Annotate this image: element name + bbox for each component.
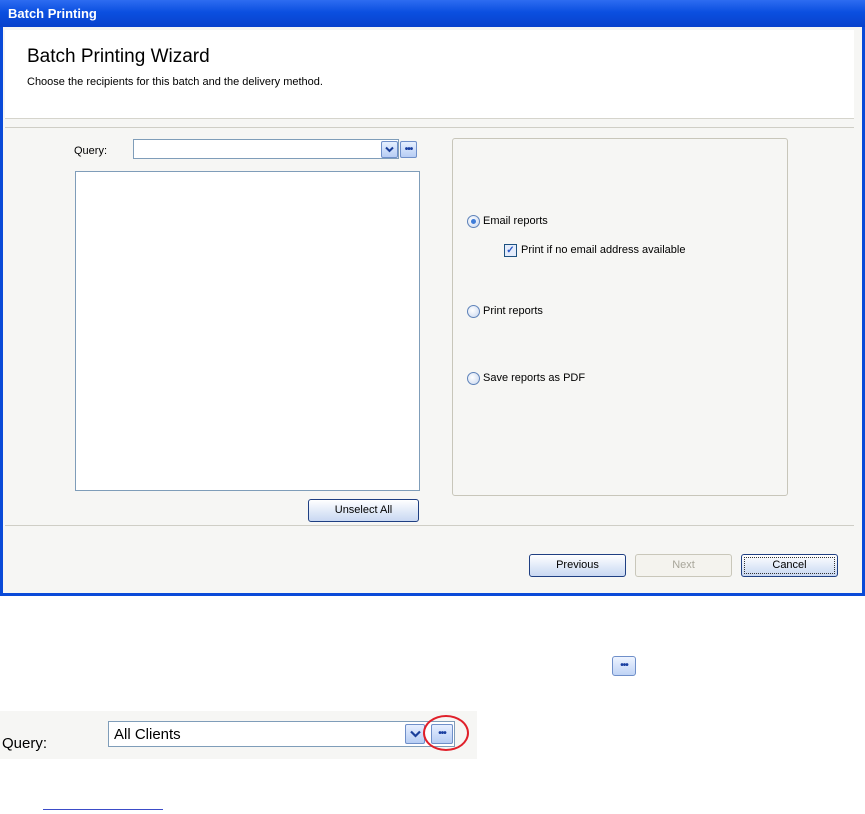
ellipsis-icon: ••• (404, 143, 413, 155)
footer-divider (5, 525, 854, 526)
highlight-circle (423, 715, 469, 751)
wizard-header: Batch Printing Wizard Choose the recipie… (5, 30, 854, 119)
email-reports-radio[interactable] (467, 215, 480, 228)
delivery-options-panel (452, 138, 788, 496)
window-title: Batch Printing (0, 0, 865, 27)
header-divider (5, 127, 854, 128)
zoomed-query-strip: Query: All Clients ••• (0, 711, 477, 759)
recipients-list[interactable] (75, 171, 420, 491)
query-browse-button[interactable]: ••• (400, 141, 417, 158)
print-if-no-email-label[interactable]: Print if no email address available (521, 244, 685, 256)
print-reports-radio[interactable] (467, 305, 480, 318)
link-underline (43, 809, 163, 810)
print-reports-label[interactable]: Print reports (483, 305, 543, 317)
email-reports-label[interactable]: Email reports (483, 215, 548, 227)
query-dropdown[interactable] (133, 139, 399, 159)
save-pdf-radio[interactable] (467, 372, 480, 385)
zoomed-query-value: All Clients (114, 726, 181, 743)
page-subtitle: Choose the recipients for this batch and… (27, 76, 323, 88)
ellipsis-icon: ••• (620, 660, 628, 671)
chevron-down-icon (385, 146, 394, 153)
zoomed-query-dropdown: All Clients (108, 721, 455, 747)
query-dropdown-arrow[interactable] (381, 141, 398, 158)
query-label: Query: (74, 145, 108, 157)
print-if-no-email-checkbox[interactable]: ✓ (504, 244, 517, 257)
unselect-all-button[interactable]: Unselect All (308, 499, 419, 522)
next-button[interactable]: Next (635, 554, 732, 577)
previous-button[interactable]: Previous (529, 554, 626, 577)
zoomed-dropdown-arrow (405, 724, 425, 744)
cancel-button[interactable]: Cancel (741, 554, 838, 577)
page-title: Batch Printing Wizard (27, 46, 210, 67)
zoomed-query-label: Query: (2, 735, 48, 752)
browse-button-illustration: ••• (612, 656, 636, 676)
chevron-down-icon (409, 730, 421, 738)
save-pdf-label[interactable]: Save reports as PDF (483, 372, 585, 384)
